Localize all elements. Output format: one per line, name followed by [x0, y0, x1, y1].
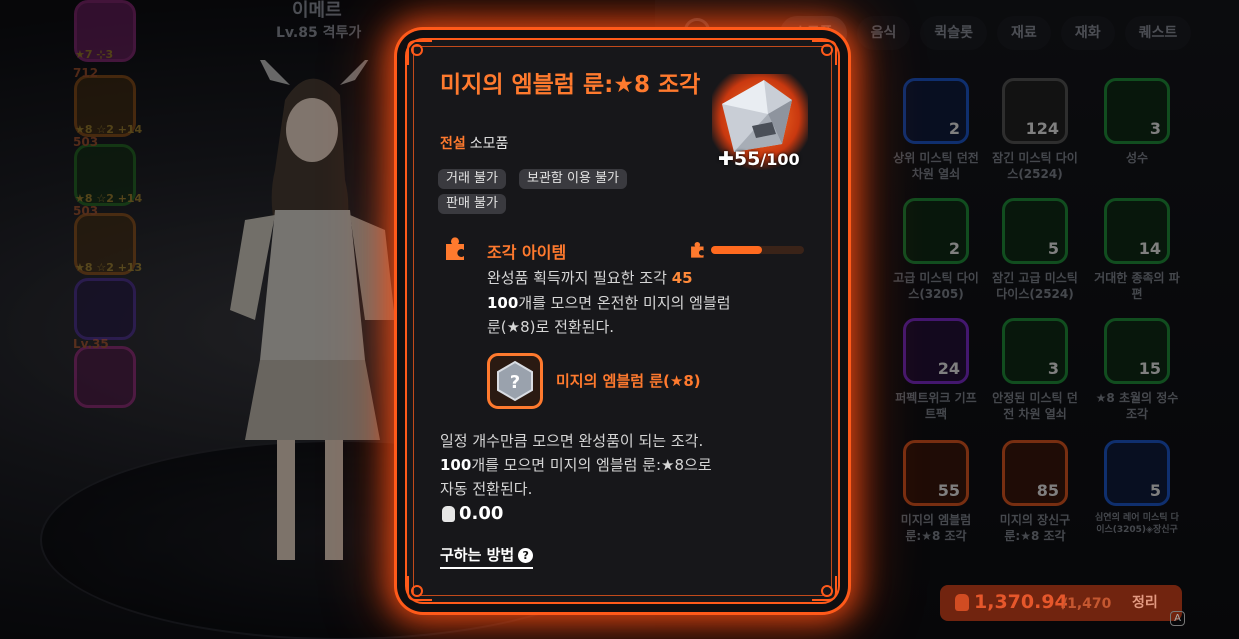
result-item-name: 미지의 엠블럼 룬(★8): [556, 372, 701, 390]
owned-count: 55: [733, 148, 761, 170]
puzzle-icon: [691, 241, 704, 258]
how-to-label: 구하는 방법: [440, 546, 515, 564]
weight-icon: [955, 594, 969, 611]
weight-value: 1,370.94: [974, 591, 1068, 613]
needed-count-line: 완성품 획득까지 필요한 조각 45: [487, 266, 693, 290]
corner-ornament-icon: [407, 40, 432, 65]
desc-count: 100: [440, 456, 472, 474]
tag-no-storage: 보관함 이용 불가: [519, 169, 627, 189]
corner-ornament-icon: [812, 576, 837, 601]
fragment-progress-fill: [711, 246, 763, 254]
puzzle-icon: ✚: [718, 148, 734, 170]
desc-text-2: 개를 모으면 미지의 엠블럼 룬:★8으로: [471, 456, 712, 474]
required-total: /100: [760, 150, 800, 169]
needed-count: 45: [671, 269, 693, 287]
fragment-item-label: 조각 아이템: [487, 243, 567, 262]
corner-ornament-icon: [407, 576, 432, 601]
tag-no-sell: 판매 불가: [438, 194, 506, 214]
corner-ornament-icon: [812, 40, 837, 65]
svg-text:?: ?: [510, 372, 520, 393]
help-icon: ?: [518, 548, 534, 563]
convert-text-1: 개를 모으면 온전한 미지의 엠블럼: [518, 294, 731, 312]
puzzle-icon: [446, 237, 464, 260]
description-line-1: 일정 개수만큼 모으면 완성품이 되는 조각.: [440, 432, 704, 450]
rune-icon: ?: [497, 360, 533, 402]
item-grade: 전설: [440, 136, 466, 152]
tag-no-trade: 거래 불가: [438, 169, 506, 189]
convert-line-2: 룬(★8)로 전환된다.: [487, 318, 615, 336]
sort-button[interactable]: 정리: [1132, 592, 1158, 612]
how-to-obtain-link[interactable]: 구하는 방법?: [440, 544, 534, 569]
result-item-slot[interactable]: ?: [487, 353, 543, 409]
item-category: 소모품: [469, 136, 509, 152]
description-line-3: 자동 전환된다.: [440, 480, 533, 498]
fragment-progress-bar: [711, 246, 804, 254]
convert-count: 100: [487, 294, 519, 312]
fragment-owned-count: ✚55/100: [718, 148, 800, 170]
hotkey-hint: A: [1170, 611, 1185, 626]
weight-icon: [442, 506, 455, 522]
convert-line-1: 100개를 모으면 온전한 미지의 엠블럼: [487, 291, 731, 315]
item-title: 미지의 엠블럼 룬:★8 조각: [440, 72, 701, 98]
weight-max: /1,470: [1062, 596, 1112, 612]
needed-prefix: 완성품 획득까지 필요한 조각: [487, 269, 667, 287]
item-weight-value: 0.00: [459, 503, 504, 524]
item-grade-line: 전설 소모품: [440, 133, 508, 153]
description-line-2: 100개를 모으면 미지의 엠블럼 룬:★8으로: [440, 453, 712, 477]
